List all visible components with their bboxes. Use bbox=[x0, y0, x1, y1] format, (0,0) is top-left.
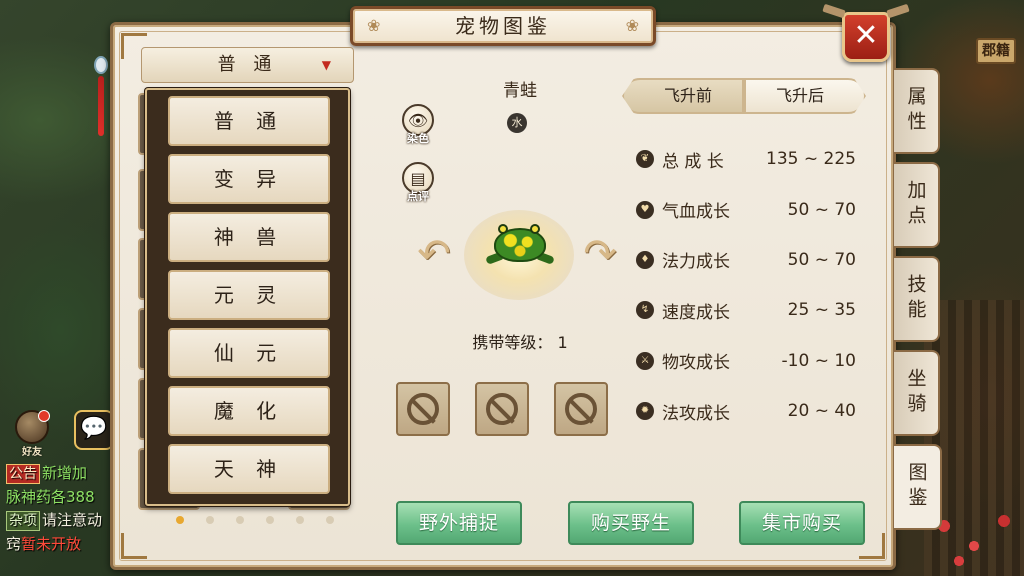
dropdown-arrow-icon: ▼ bbox=[321, 58, 331, 72]
stat-name: 物攻成长 bbox=[662, 353, 730, 374]
review-button[interactable]: ▤ 点评 bbox=[400, 162, 436, 204]
page-dot[interactable] bbox=[266, 516, 274, 524]
stat-row: ↯ 速度成长 25 ~ 35 bbox=[636, 285, 868, 335]
category-selected: 普 通 bbox=[217, 54, 278, 75]
category-option-demonized[interactable]: 魔 化 bbox=[168, 386, 330, 436]
magic-attack-growth-icon: ✹ bbox=[636, 402, 654, 421]
tab-after-ascension[interactable]: 飞升后 bbox=[744, 78, 866, 114]
stat-value: 135 ~ 225 bbox=[766, 149, 856, 170]
stat-name: 速度成长 bbox=[662, 302, 730, 323]
friends-label: 好友 bbox=[22, 447, 42, 458]
chat-line: 脉神药各388 bbox=[6, 487, 95, 506]
window-title: 宠物图鉴 bbox=[350, 6, 656, 46]
chat-line: 窍暂未开放 bbox=[6, 534, 82, 553]
announcement-tag: 公告 bbox=[6, 464, 40, 484]
page-dot[interactable] bbox=[206, 516, 214, 524]
category-option-divine-beast[interactable]: 神 兽 bbox=[168, 212, 330, 262]
stat-name: 法攻成长 bbox=[662, 403, 730, 424]
page-dot[interactable] bbox=[296, 516, 304, 524]
stat-row: ⚔ 物攻成长 -10 ~ 10 bbox=[636, 336, 868, 386]
tab-add-points[interactable]: 加点 bbox=[894, 162, 940, 248]
market-buy-button[interactable]: 集市购买 bbox=[739, 501, 865, 545]
tab-codex[interactable]: 图鉴 bbox=[894, 444, 942, 530]
jade-pendant-ornament bbox=[92, 56, 110, 146]
total-growth-icon: ❦ bbox=[636, 150, 654, 169]
category-option-normal[interactable]: 普 通 bbox=[168, 96, 330, 146]
chat-log[interactable]: 公告 新增加 脉神药各388 杂项 请注意动 窍暂未开放 bbox=[6, 462, 116, 556]
dye-button[interactable]: 👁 染色 bbox=[400, 104, 436, 146]
buy-wild-button[interactable]: 购买野生 bbox=[568, 501, 694, 545]
page-dot[interactable] bbox=[326, 516, 334, 524]
misc-tag: 杂项 bbox=[6, 511, 40, 531]
friends-button[interactable]: 好友 bbox=[10, 410, 54, 458]
stat-value: 50 ~ 70 bbox=[787, 249, 856, 270]
skill-slot-empty[interactable] bbox=[396, 382, 450, 436]
rotate-right-icon[interactable]: ↷ bbox=[582, 234, 618, 276]
background-sign: 郡籍 bbox=[976, 38, 1016, 64]
capture-in-wild-button[interactable]: 野外捕捉 bbox=[396, 501, 522, 545]
tab-skills[interactable]: 技能 bbox=[894, 256, 940, 342]
pet-name: 青蛙 bbox=[503, 81, 537, 101]
category-dropdown[interactable]: 普 通 ▼ bbox=[141, 47, 354, 83]
chat-line: 杂项 请注意动 bbox=[6, 509, 116, 533]
prohibited-icon bbox=[486, 393, 518, 425]
attack-growth-icon: ⚔ bbox=[636, 351, 654, 370]
stat-value: 25 ~ 35 bbox=[787, 300, 856, 321]
rotate-left-icon[interactable]: ↶ bbox=[416, 234, 452, 276]
tab-mount[interactable]: 坐骑 bbox=[894, 350, 940, 436]
carry-level: 携带等级： 1 bbox=[472, 333, 568, 352]
prohibited-icon bbox=[407, 393, 439, 425]
chat-line: 公告 新增加 bbox=[6, 462, 116, 486]
hp-growth-icon: ♥ bbox=[636, 200, 654, 219]
carry-level-value: 1 bbox=[557, 333, 568, 352]
stat-row: ♦ 法力成长 50 ~ 70 bbox=[636, 235, 868, 285]
element-badge: 水 bbox=[507, 113, 527, 133]
category-option-mutant[interactable]: 变 异 bbox=[168, 154, 330, 204]
category-option-celestial[interactable]: 天 神 bbox=[168, 444, 330, 494]
pet-model-stage[interactable] bbox=[440, 150, 600, 340]
tab-before-ascension[interactable]: 飞升前 bbox=[622, 78, 744, 114]
stat-name: 气血成长 bbox=[662, 202, 730, 223]
growth-stats: ❦ 总 成 长 135 ~ 225 ♥ 气血成长 50 ~ 70 ♦ 法力成长 … bbox=[636, 134, 868, 436]
category-option-immortal[interactable]: 仙 元 bbox=[168, 328, 330, 378]
mana-growth-icon: ♦ bbox=[636, 250, 654, 269]
tab-attributes[interactable]: 属性 bbox=[894, 68, 940, 154]
stat-row: ♥ 气血成长 50 ~ 70 bbox=[636, 184, 868, 234]
stat-row: ✹ 法攻成长 20 ~ 40 bbox=[636, 386, 868, 436]
category-dropdown-menu: 普 通 变 异 神 兽 元 灵 仙 元 魔 化 天 神 bbox=[145, 88, 350, 506]
page-dot[interactable] bbox=[176, 516, 184, 524]
prohibited-icon bbox=[565, 393, 597, 425]
skill-slot-empty[interactable] bbox=[554, 382, 608, 436]
speed-growth-icon: ↯ bbox=[636, 301, 654, 320]
stat-row: ❦ 总 成 长 135 ~ 225 bbox=[636, 134, 868, 184]
notification-dot bbox=[38, 410, 50, 422]
chat-bubble-icon[interactable]: 💬 bbox=[74, 410, 114, 450]
stat-name: 总 成 长 bbox=[662, 151, 724, 172]
page-indicator bbox=[176, 516, 334, 524]
stat-value: 20 ~ 40 bbox=[787, 401, 856, 422]
stat-value: -10 ~ 10 bbox=[781, 350, 856, 371]
category-option-spirit[interactable]: 元 灵 bbox=[168, 270, 330, 320]
close-button[interactable]: ✕ bbox=[842, 12, 890, 62]
ascension-tabs: 飞升前 飞升后 bbox=[622, 78, 866, 114]
chat-toolbar: 好友 💬 bbox=[10, 410, 114, 458]
stat-name: 法力成长 bbox=[662, 252, 730, 273]
page-dot[interactable] bbox=[236, 516, 244, 524]
skill-slot-empty[interactable] bbox=[475, 382, 529, 436]
frog-pet-model bbox=[480, 220, 560, 270]
stat-value: 50 ~ 70 bbox=[787, 199, 856, 220]
